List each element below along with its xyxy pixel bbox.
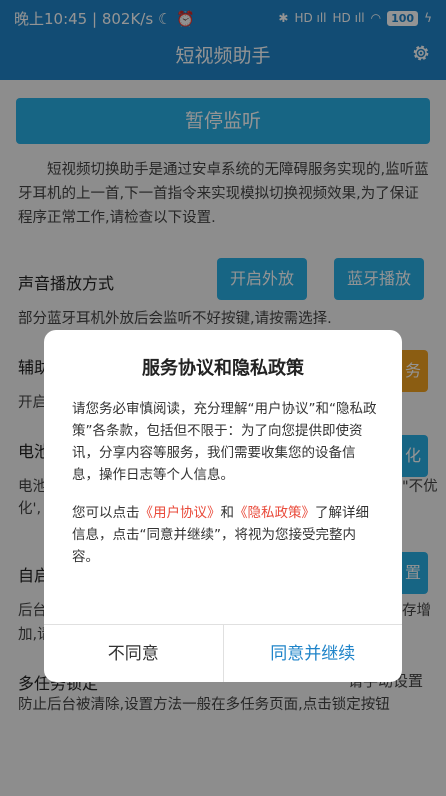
agree-continue-button[interactable]: 同意并继续	[224, 625, 403, 682]
dialog-body: 请您务必审慎阅读，充分理解“用户协议”和“隐私政策”各条款，包括但不限于：为了向…	[72, 398, 378, 584]
dialog-text-and: 和	[220, 505, 235, 521]
disagree-button[interactable]: 不同意	[44, 625, 224, 682]
privacy-dialog: 服务协议和隐私政策 请您务必审慎阅读，充分理解“用户协议”和“隐私政策”各条款，…	[44, 330, 402, 682]
dialog-footer: 不同意 同意并继续	[44, 624, 402, 682]
user-agreement-link[interactable]: 《用户协议》	[140, 505, 221, 521]
dialog-title: 服务协议和隐私政策	[142, 358, 304, 379]
dialog-text: 您可以点击	[72, 505, 140, 521]
dialog-paragraph-1: 请您务必审慎阅读，充分理解“用户协议”和“隐私政策”各条款，包括但不限于：为了向…	[72, 401, 377, 483]
privacy-policy-link[interactable]: 《隐私政策》	[234, 505, 315, 521]
dialog-paragraph-2: 您可以点击《用户协议》和《隐私政策》了解详细信息，点击“同意并继续”，将视为您接…	[72, 502, 378, 568]
